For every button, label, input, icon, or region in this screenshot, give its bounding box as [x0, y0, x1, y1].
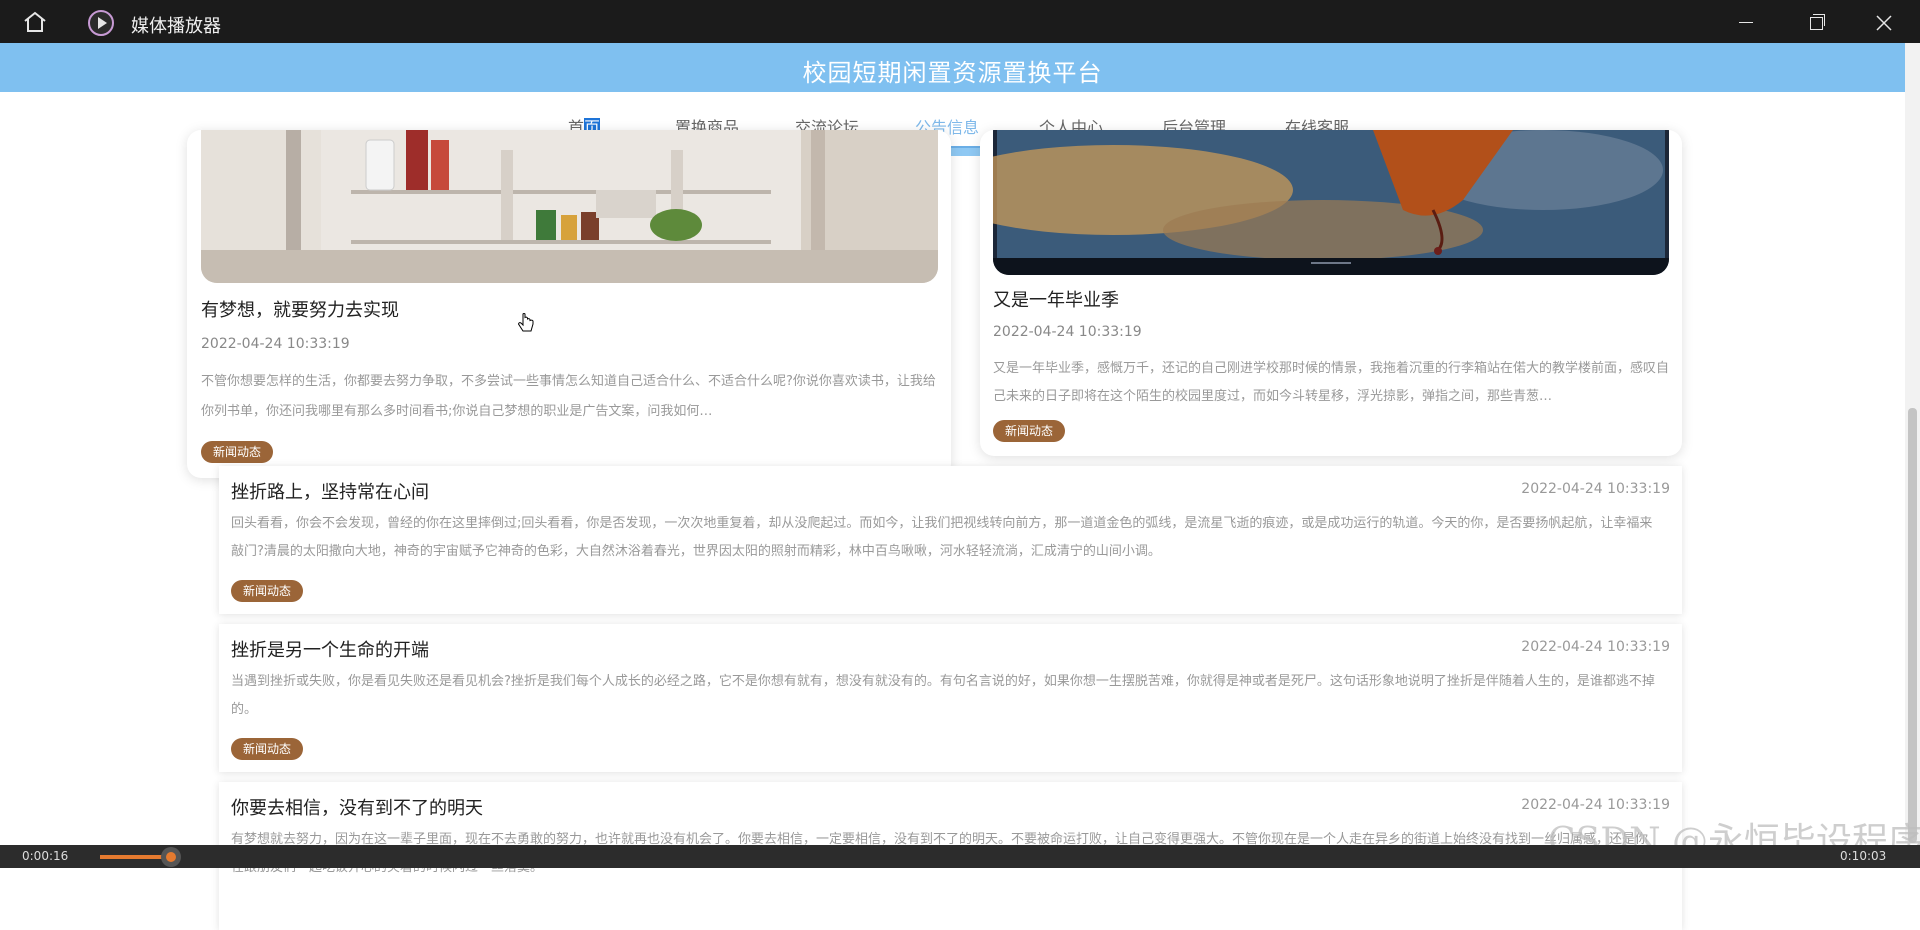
- card-date: 2022-04-24 10:33:19: [201, 336, 350, 352]
- news-card[interactable]: 又是一年毕业季 2022-04-24 10:33:19 又是一年毕业季，感慨万千…: [980, 130, 1682, 456]
- row-date: 2022-04-24 10:33:19: [1521, 639, 1670, 655]
- card-title[interactable]: 有梦想，就要努力去实现: [201, 296, 399, 322]
- close-button[interactable]: [1869, 8, 1899, 36]
- playback-seek-knob[interactable]: [161, 847, 181, 867]
- row-date: 2022-04-24 10:33:19: [1521, 797, 1670, 813]
- window-titlebar: 媒体播放器: [0, 0, 1920, 43]
- news-row[interactable]: 挫折路上，坚持常在心间 2022-04-24 10:33:19 回头看看，你会不…: [219, 466, 1682, 614]
- card-date: 2022-04-24 10:33:19: [993, 324, 1142, 340]
- media-player-controls: 0:00:16 0:10:03: [0, 845, 1920, 868]
- maximize-button[interactable]: [1801, 8, 1831, 36]
- home-icon[interactable]: [22, 11, 48, 33]
- tag-badge: 新闻动态: [201, 441, 274, 463]
- window-title: 媒体播放器: [131, 16, 221, 37]
- row-title[interactable]: 挫折是另一个生命的开端: [231, 636, 429, 662]
- card-summary: 又是一年毕业季，感慨万千，还记的自己刚进学校那时候的情景，我拖着沉重的行李箱站在…: [993, 361, 1669, 404]
- row-title[interactable]: 挫折路上，坚持常在心间: [231, 478, 429, 504]
- playback-progress[interactable]: [100, 855, 170, 859]
- tag-badge: 新闻动态: [993, 420, 1066, 442]
- row-summary: 当遇到挫折或失败，你是看见失败还是看见机会?挫折是我们每个人成长的必经之路，它不…: [231, 674, 1655, 717]
- page-scrollbar[interactable]: [1905, 43, 1920, 843]
- card-title[interactable]: 又是一年毕业季: [993, 286, 1119, 312]
- row-summary: 回头看看，你会不会发现，曾经的你在这里摔倒过;回头看看，你是否发现，一次次地重复…: [231, 516, 1653, 559]
- tag-badge: 新闻动态: [231, 738, 304, 760]
- news-card[interactable]: 有梦想，就要努力去实现 2022-04-24 10:33:19 不管你想要怎样的…: [187, 130, 951, 478]
- row-title[interactable]: 你要去相信，没有到不了的明天: [231, 794, 483, 820]
- scrollbar-thumb[interactable]: [1908, 408, 1917, 843]
- tag-badge: 新闻动态: [231, 580, 304, 602]
- card-summary: 不管你想要怎样的生活，你都要去努力争取，不多尝试一些事情怎么知道自己适合什么、不…: [201, 374, 936, 419]
- hand-cursor-icon: [517, 313, 534, 332]
- fridge-image: [201, 130, 938, 283]
- news-row[interactable]: 挫折是另一个生命的开端 2022-04-24 10:33:19 当遇到挫折或失败…: [219, 624, 1682, 772]
- row-date: 2022-04-24 10:33:19: [1521, 481, 1670, 497]
- site-header: 校园短期闲置资源置换平台: [0, 43, 1905, 92]
- tv-image: [993, 130, 1669, 275]
- site-title: 校园短期闲置资源置换平台: [802, 59, 1103, 87]
- media-player-app-icon: [88, 10, 114, 36]
- minimize-button[interactable]: [1732, 8, 1762, 36]
- total-time: 0:10:03: [1840, 849, 1887, 863]
- elapsed-time: 0:00:16: [22, 849, 69, 863]
- close-icon: [1876, 15, 1892, 31]
